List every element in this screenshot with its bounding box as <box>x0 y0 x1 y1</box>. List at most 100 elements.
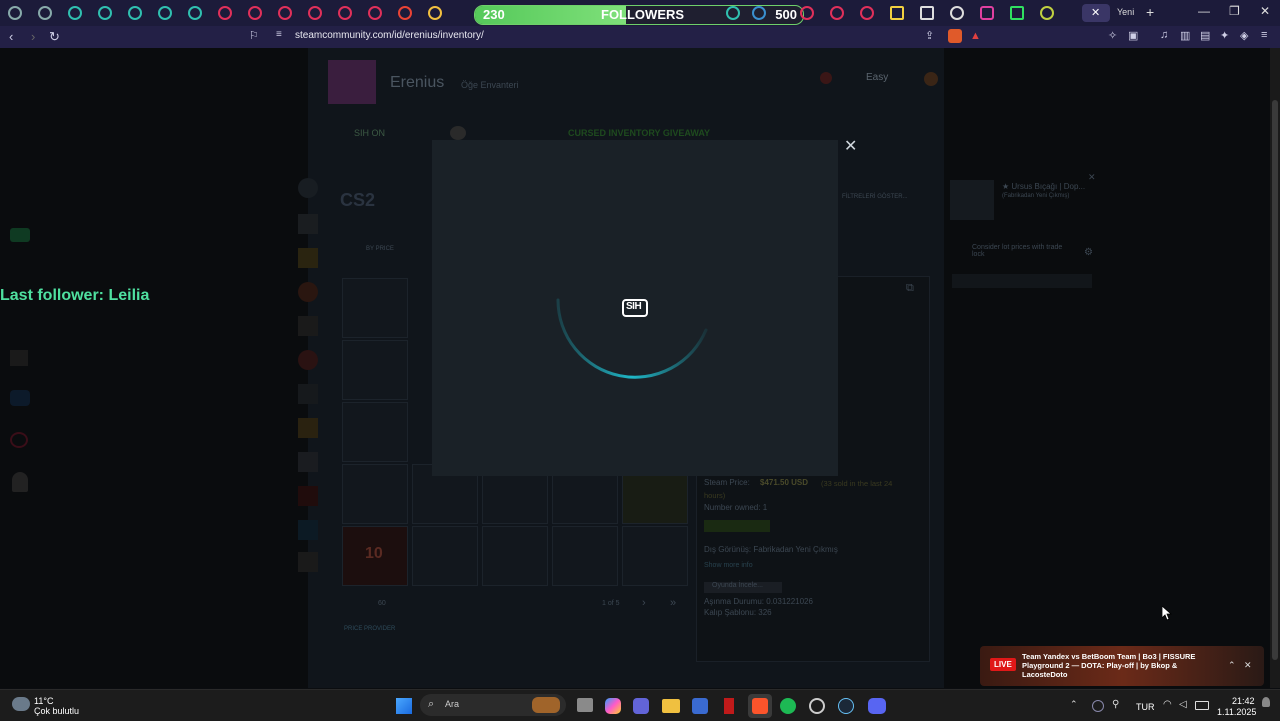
inventory-item[interactable] <box>342 464 408 524</box>
tray-overflow-icon[interactable]: ⌃ <box>1070 699 1078 710</box>
tab-favicon-icon[interactable] <box>398 6 412 20</box>
sih-toggle-label[interactable]: SIH ON <box>354 128 385 138</box>
game-icon[interactable] <box>298 418 318 438</box>
brave-shields-icon[interactable] <box>948 29 962 43</box>
inventory-item[interactable] <box>552 526 618 586</box>
notification-bell-icon[interactable] <box>1262 697 1270 707</box>
reload-icon[interactable]: ↻ <box>49 29 60 45</box>
inventory-item[interactable]: 10 <box>342 526 408 586</box>
tab-favicon-icon[interactable] <box>308 6 322 20</box>
copilot-icon[interactable] <box>605 698 621 714</box>
sidebar-icon[interactable]: ▥ <box>1180 29 1190 42</box>
trade-lock-option[interactable]: Consider lot prices with trade lock <box>972 244 1072 258</box>
music-icon[interactable]: ♫ <box>1160 29 1168 41</box>
pager-page[interactable]: 60 <box>378 600 386 607</box>
rewards-icon[interactable]: ▲ <box>970 30 981 42</box>
sell-button[interactable] <box>704 520 770 532</box>
tray-icon[interactable] <box>1092 700 1104 712</box>
settings-icon[interactable]: ⚙ <box>1084 247 1093 258</box>
file-explorer-icon[interactable] <box>662 699 680 713</box>
brave-icon[interactable] <box>752 698 768 714</box>
menu-icon[interactable]: ≡ <box>1261 29 1267 41</box>
game-icon[interactable] <box>298 384 318 404</box>
tab-favicon-icon[interactable] <box>368 6 382 20</box>
leo-ai-icon[interactable]: ✦ <box>1220 29 1229 42</box>
tab-favicon-icon[interactable] <box>188 6 202 20</box>
steam-icon[interactable] <box>838 698 854 714</box>
last-page-icon[interactable]: » <box>670 597 676 609</box>
tab-favicon-icon[interactable] <box>920 6 934 20</box>
popout-icon[interactable]: ⧉ <box>906 282 914 295</box>
price-provider-label[interactable]: PRICE PROVIDER <box>344 626 395 632</box>
tab-favicon-icon[interactable] <box>752 6 766 20</box>
tab-favicon-icon[interactable] <box>980 6 994 20</box>
game-icon[interactable] <box>298 248 318 268</box>
game-icon[interactable] <box>298 552 318 572</box>
tab-favicon-icon[interactable] <box>158 6 172 20</box>
inventory-item[interactable] <box>482 526 548 586</box>
new-tab-label[interactable]: Yeni <box>1117 7 1134 17</box>
app-icon[interactable] <box>809 698 825 714</box>
back-icon[interactable]: ‹ <box>9 29 13 44</box>
wifi-icon[interactable]: ◠ <box>1163 699 1172 710</box>
notification-expand-icon[interactable]: ⌃ <box>1228 660 1236 671</box>
tab-favicon-icon[interactable] <box>950 6 964 20</box>
store-icon[interactable] <box>692 698 708 714</box>
game-icon[interactable] <box>298 520 318 540</box>
window-close-icon[interactable]: ✕ <box>1260 4 1270 18</box>
tab-favicon-icon[interactable] <box>726 6 740 20</box>
weather-desc[interactable]: Çok bulutlu <box>34 706 79 716</box>
inventory-item[interactable] <box>342 278 408 338</box>
tab-favicon-icon[interactable] <box>38 6 52 20</box>
sort-label[interactable]: BY PRICE <box>366 246 394 252</box>
next-page-icon[interactable]: › <box>642 597 646 609</box>
battery-icon[interactable] <box>1195 701 1209 710</box>
search-field[interactable] <box>952 274 1092 288</box>
tab-favicon-icon[interactable] <box>8 6 22 20</box>
game-icon[interactable] <box>298 486 318 506</box>
tab-favicon-icon[interactable] <box>248 6 262 20</box>
tray-icon[interactable]: ⚲ <box>1112 699 1119 710</box>
widget-close-icon[interactable]: ✕ <box>1088 172 1096 183</box>
notification-close-icon[interactable]: ✕ <box>1244 660 1252 671</box>
discord-icon[interactable] <box>868 698 886 714</box>
extension-icon[interactable]: ✧ <box>1108 29 1117 42</box>
tab-favicon-icon[interactable] <box>890 6 904 20</box>
clock-date[interactable]: 1.11.2025 <box>1217 707 1256 717</box>
profile-avatar[interactable] <box>328 60 376 104</box>
volume-icon[interactable]: ◁ <box>1179 699 1187 710</box>
app-icon[interactable] <box>724 698 734 714</box>
restore-icon[interactable]: ❐ <box>1229 4 1240 18</box>
tab-favicon-icon[interactable] <box>128 6 142 20</box>
weather-icon[interactable] <box>12 697 30 711</box>
scrollbar-thumb[interactable] <box>1272 100 1278 660</box>
task-view-icon[interactable] <box>577 698 593 712</box>
tab-favicon-icon[interactable] <box>98 6 112 20</box>
settings-gear-icon[interactable] <box>450 126 466 140</box>
inventory-item[interactable] <box>412 526 478 586</box>
game-icon[interactable] <box>298 350 318 370</box>
game-icon[interactable] <box>298 452 318 472</box>
game-icon[interactable] <box>298 282 318 302</box>
taskbar-search[interactable]: ⌕ Ara <box>420 694 566 716</box>
tab-favicon-icon[interactable] <box>1040 6 1054 20</box>
wallet-icon[interactable]: ▤ <box>1200 29 1210 42</box>
game-icon[interactable] <box>298 178 318 198</box>
profile-name[interactable]: Erenius <box>390 74 444 92</box>
tab-favicon-icon[interactable] <box>218 6 232 20</box>
game-icon[interactable] <box>298 214 318 234</box>
weather-temp[interactable]: 11°C <box>34 696 53 706</box>
new-tab-plus-icon[interactable]: + <box>1146 4 1154 20</box>
clock-time[interactable]: 21:42 <box>1232 696 1255 706</box>
tab-favicon-icon[interactable] <box>800 6 814 20</box>
inventory-item[interactable] <box>342 340 408 400</box>
modal-close-icon[interactable]: ✕ <box>844 136 857 156</box>
url-field[interactable]: steamcommunity.com/id/erenius/inventory/ <box>295 30 484 41</box>
site-info-icon[interactable]: ≡ <box>276 29 282 40</box>
filters-button[interactable]: FİLTRELERİ GÖSTER... <box>842 194 908 200</box>
tab-favicon-icon[interactable] <box>338 6 352 20</box>
active-tab[interactable]: ✕ <box>1082 4 1110 22</box>
close-tab-icon[interactable]: ✕ <box>1091 6 1100 19</box>
forward-icon[interactable]: › <box>31 29 35 44</box>
game-icon[interactable] <box>298 316 318 336</box>
